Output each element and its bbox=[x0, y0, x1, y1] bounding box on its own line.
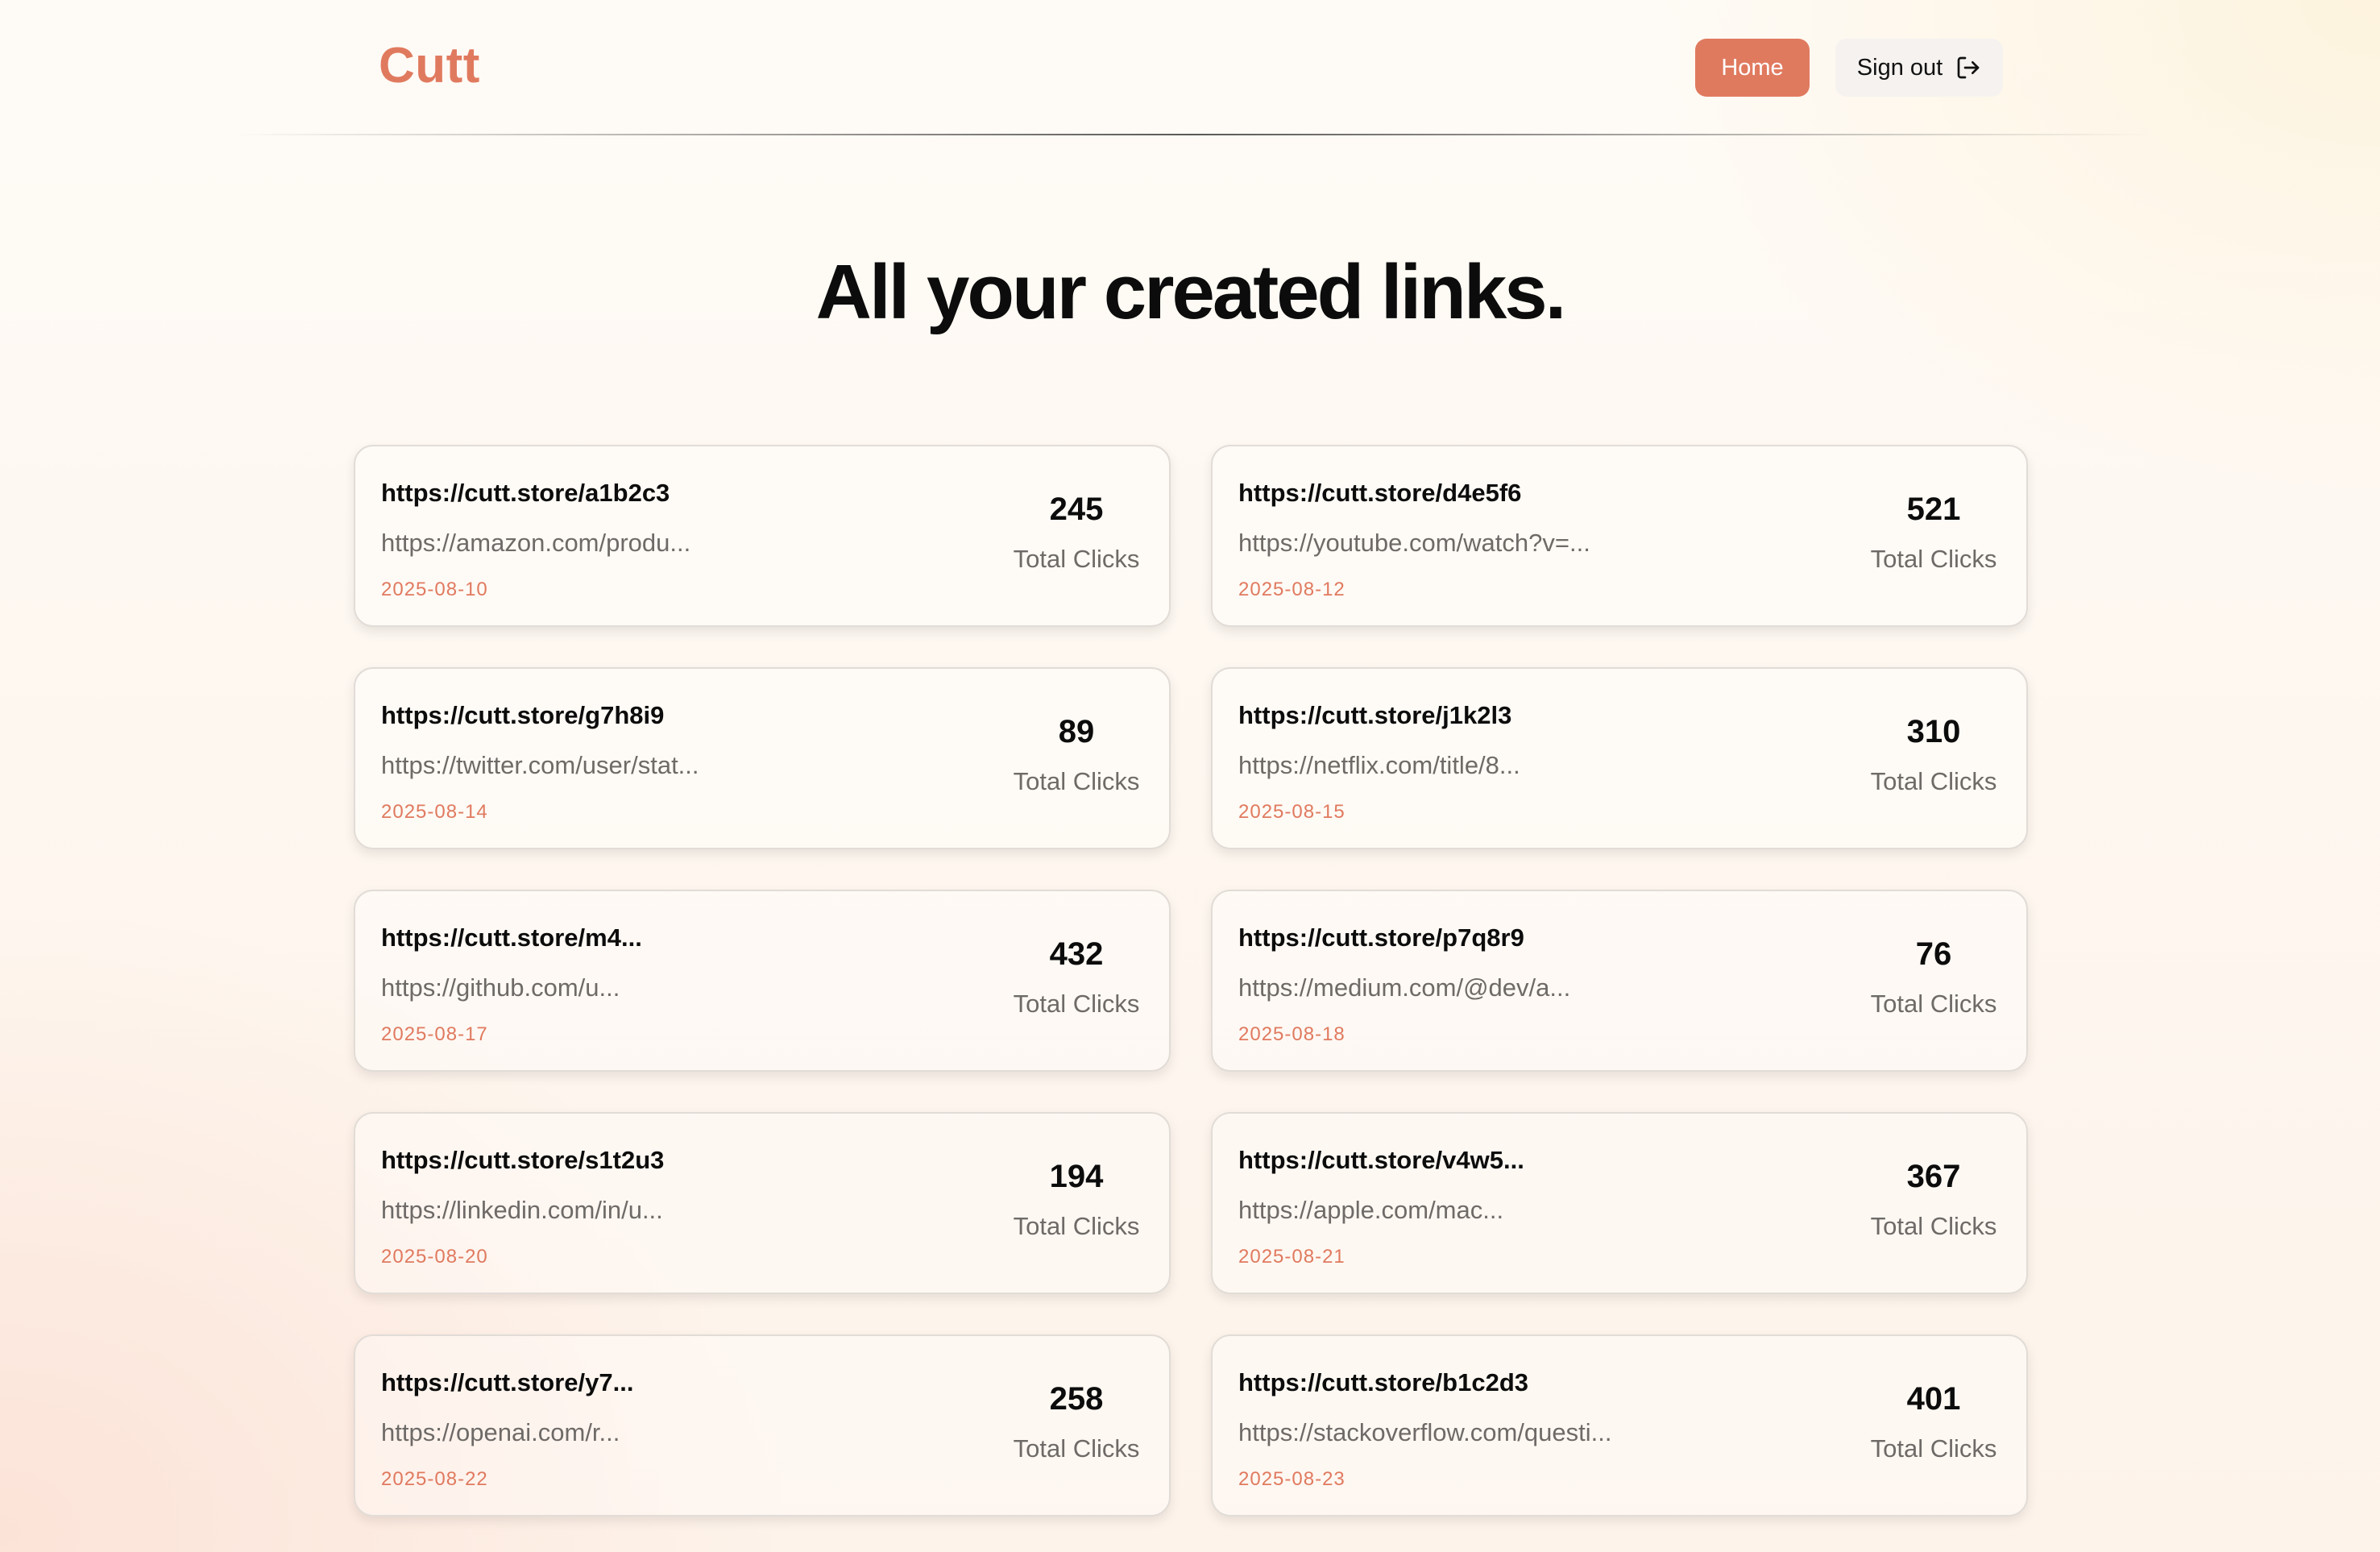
total-clicks-label: Total Clicks bbox=[1870, 545, 1997, 573]
created-date: 2025-08-12 bbox=[1238, 579, 1345, 600]
total-clicks-label: Total Clicks bbox=[1013, 1434, 1140, 1463]
total-clicks-value: 245 bbox=[1049, 492, 1104, 527]
link-card[interactable]: https://cutt.store/a1b2c3 https://amazon… bbox=[354, 445, 1171, 627]
total-clicks-label: Total Clicks bbox=[1870, 1212, 1997, 1240]
original-url: https://twitter.com/user/stat... bbox=[381, 751, 699, 779]
click-stats: 367 Total Clicks bbox=[1865, 1159, 2002, 1241]
total-clicks-value: 258 bbox=[1049, 1381, 1104, 1417]
click-stats: 521 Total Clicks bbox=[1865, 492, 2002, 574]
sign-out-button[interactable]: Sign out bbox=[1835, 39, 2003, 97]
short-url[interactable]: https://cutt.store/m4... bbox=[381, 923, 642, 952]
link-card[interactable]: https://cutt.store/m4... https://github.… bbox=[354, 890, 1171, 1072]
original-url: https://linkedin.com/in/u... bbox=[381, 1196, 663, 1224]
created-date: 2025-08-21 bbox=[1238, 1246, 1345, 1268]
total-clicks-label: Total Clicks bbox=[1870, 1434, 1997, 1463]
total-clicks-label: Total Clicks bbox=[1013, 990, 1140, 1018]
home-button[interactable]: Home bbox=[1695, 39, 1810, 97]
page-title: All your created links. bbox=[815, 249, 1567, 335]
created-date: 2025-08-10 bbox=[381, 579, 488, 600]
total-clicks-value: 310 bbox=[1906, 714, 1961, 749]
short-url[interactable]: https://cutt.store/g7h8i9 bbox=[381, 701, 664, 730]
total-clicks-label: Total Clicks bbox=[1870, 990, 1997, 1018]
site-header: Cutt Home Sign out bbox=[0, 0, 2380, 135]
total-clicks-value: 76 bbox=[1915, 936, 1952, 972]
original-url: https://youtube.com/watch?v=... bbox=[1238, 529, 1590, 557]
link-card[interactable]: https://cutt.store/j1k2l3 https://netfli… bbox=[1211, 667, 2028, 849]
home-button-label: Home bbox=[1721, 54, 1784, 81]
original-url: https://github.com/u... bbox=[381, 973, 620, 1002]
link-card[interactable]: https://cutt.store/p7q8r9 https://medium… bbox=[1211, 890, 2028, 1072]
logo[interactable]: Cutt bbox=[379, 37, 480, 94]
created-date: 2025-08-18 bbox=[1238, 1023, 1345, 1045]
click-stats: 432 Total Clicks bbox=[1008, 936, 1145, 1019]
link-card[interactable]: https://cutt.store/d4e5f6 https://youtub… bbox=[1211, 445, 2028, 627]
original-url: https://medium.com/@dev/a... bbox=[1238, 973, 1571, 1002]
created-date: 2025-08-20 bbox=[381, 1246, 488, 1268]
original-url: https://amazon.com/produ... bbox=[381, 529, 691, 557]
click-stats: 310 Total Clicks bbox=[1865, 714, 2002, 796]
short-url[interactable]: https://cutt.store/y7... bbox=[381, 1368, 633, 1397]
created-date: 2025-08-22 bbox=[381, 1468, 488, 1490]
short-url[interactable]: https://cutt.store/a1b2c3 bbox=[381, 479, 670, 508]
link-card[interactable]: https://cutt.store/y7... https://openai.… bbox=[354, 1334, 1171, 1517]
total-clicks-label: Total Clicks bbox=[1013, 1212, 1140, 1240]
sign-out-icon bbox=[1957, 56, 1980, 79]
original-url: https://stackoverflow.com/questi... bbox=[1238, 1418, 1612, 1446]
total-clicks-label: Total Clicks bbox=[1870, 767, 1997, 795]
short-url[interactable]: https://cutt.store/s1t2u3 bbox=[381, 1146, 664, 1175]
sign-out-button-label: Sign out bbox=[1856, 54, 1943, 81]
click-stats: 89 Total Clicks bbox=[1008, 714, 1145, 796]
header-nav: Home Sign out bbox=[1695, 39, 2003, 97]
original-url: https://apple.com/mac... bbox=[1238, 1196, 1504, 1224]
created-date: 2025-08-17 bbox=[381, 1023, 488, 1045]
click-stats: 245 Total Clicks bbox=[1008, 492, 1145, 574]
short-url[interactable]: https://cutt.store/v4w5... bbox=[1238, 1146, 1524, 1175]
short-url[interactable]: https://cutt.store/p7q8r9 bbox=[1238, 923, 1524, 952]
total-clicks-value: 401 bbox=[1906, 1381, 1961, 1417]
original-url: https://openai.com/r... bbox=[381, 1418, 620, 1446]
total-clicks-value: 367 bbox=[1906, 1159, 1961, 1194]
created-date: 2025-08-14 bbox=[381, 801, 488, 823]
header-divider bbox=[234, 134, 2151, 135]
short-url[interactable]: https://cutt.store/b1c2d3 bbox=[1238, 1368, 1528, 1397]
total-clicks-value: 194 bbox=[1049, 1159, 1104, 1194]
link-card[interactable]: https://cutt.store/s1t2u3 https://linked… bbox=[354, 1112, 1171, 1294]
total-clicks-value: 432 bbox=[1049, 936, 1104, 972]
short-url[interactable]: https://cutt.store/d4e5f6 bbox=[1238, 479, 1521, 508]
original-url: https://netflix.com/title/8... bbox=[1238, 751, 1520, 779]
total-clicks-label: Total Clicks bbox=[1013, 545, 1140, 573]
click-stats: 194 Total Clicks bbox=[1008, 1159, 1145, 1241]
link-card[interactable]: https://cutt.store/b1c2d3 https://stacko… bbox=[1211, 1334, 2028, 1517]
links-grid: https://cutt.store/a1b2c3 https://amazon… bbox=[354, 445, 2028, 1517]
total-clicks-label: Total Clicks bbox=[1013, 767, 1140, 795]
link-card[interactable]: https://cutt.store/g7h8i9 https://twitte… bbox=[354, 667, 1171, 849]
total-clicks-value: 521 bbox=[1906, 492, 1961, 527]
short-url[interactable]: https://cutt.store/j1k2l3 bbox=[1238, 701, 1511, 730]
total-clicks-value: 89 bbox=[1058, 714, 1095, 749]
click-stats: 401 Total Clicks bbox=[1865, 1381, 2002, 1463]
click-stats: 258 Total Clicks bbox=[1008, 1381, 1145, 1463]
created-date: 2025-08-15 bbox=[1238, 801, 1345, 823]
created-date: 2025-08-23 bbox=[1238, 1468, 1345, 1490]
click-stats: 76 Total Clicks bbox=[1865, 936, 2002, 1019]
link-card[interactable]: https://cutt.store/v4w5... https://apple… bbox=[1211, 1112, 2028, 1294]
